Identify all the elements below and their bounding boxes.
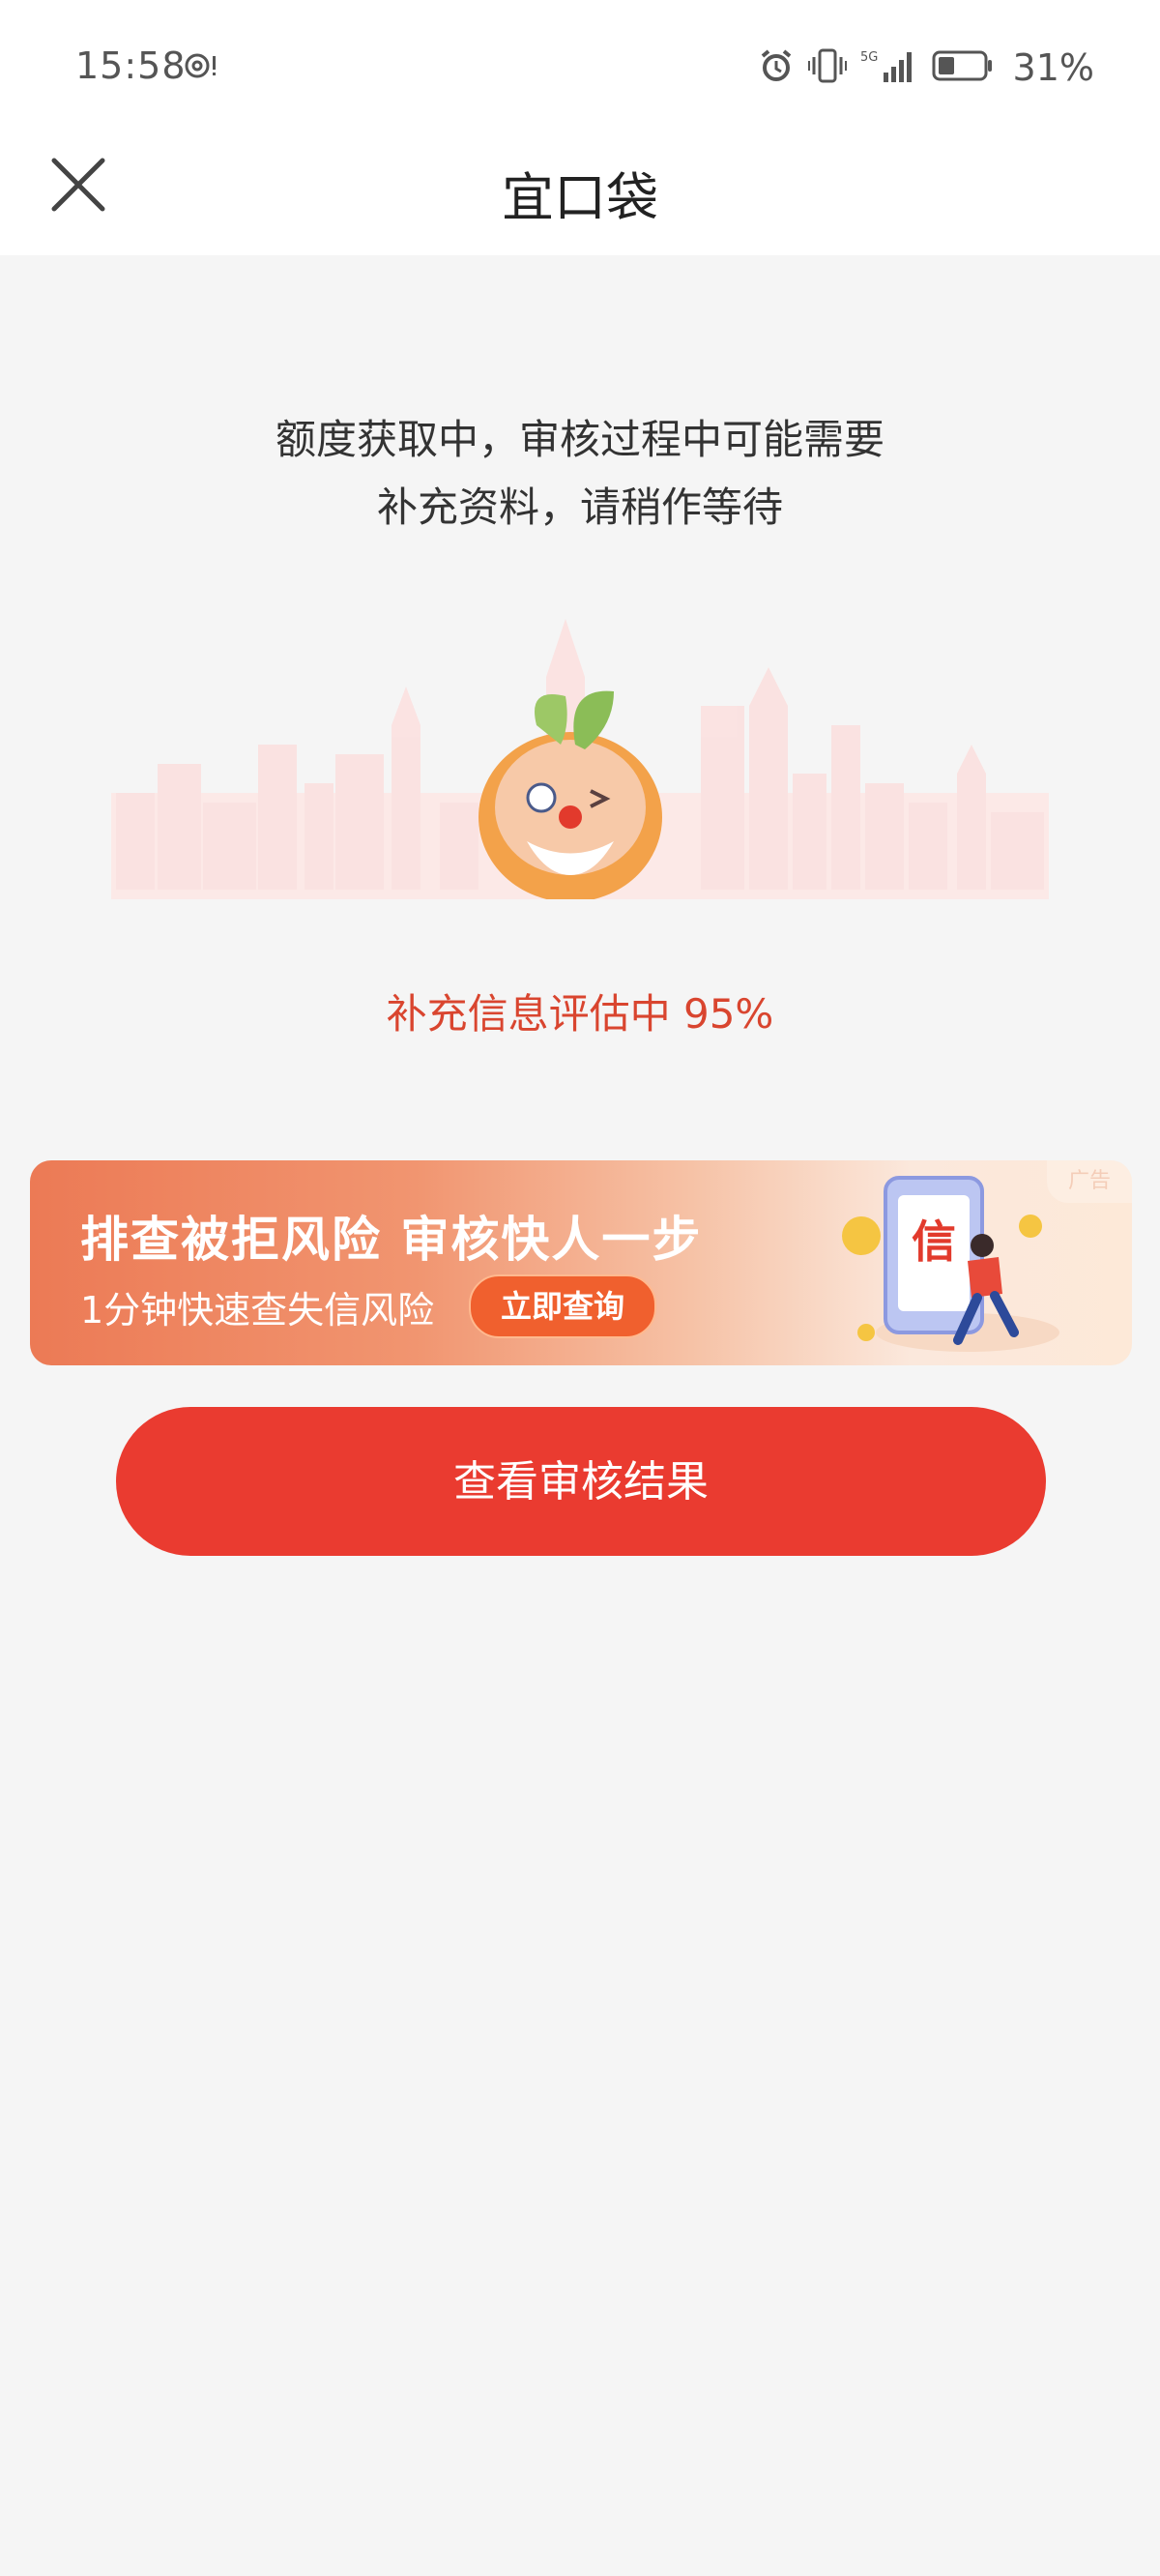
nav-bar: 宜口袋 [0, 126, 1160, 255]
status-icons: 5G 31% [758, 46, 1094, 89]
ad-title: 排查被拒风险 审核快人一步 [80, 1212, 703, 1268]
intro-message: 额度获取中，审核过程中可能需要 补充资料，请稍作等待 [0, 406, 1160, 542]
svg-text:5G: 5G [860, 50, 878, 65]
ad-subtitle: 1分钟快速查失信风险 [80, 1289, 435, 1332]
vibrate-icon [807, 47, 847, 88]
view-result-button[interactable]: 查看审核结果 [116, 1407, 1046, 1556]
alarm-icon [758, 47, 795, 88]
ad-query-button[interactable]: 立即查询 [469, 1274, 656, 1338]
intro-line-1: 额度获取中，审核过程中可能需要 [275, 416, 884, 463]
progress-status: 补充信息评估中 95% [386, 990, 774, 1038]
battery-icon [932, 48, 994, 87]
status-bar: 15:58 5G 31% [0, 0, 1160, 126]
ad-banner[interactable]: 排查被拒风险 审核快人一步 1分钟快速查失信风险 立即查询 广告 信 [30, 1160, 1132, 1365]
battery-percent: 31% [1012, 46, 1094, 89]
status-time: 15:58 [75, 44, 187, 87]
skyline-mascot-illustration [111, 619, 1049, 899]
ad-art-text: 信 [912, 1215, 956, 1268]
credit-phone-illustration: 信 [842, 1176, 1059, 1352]
hotspot-icon [184, 52, 218, 85]
intro-line-2: 补充资料，请稍作等待 [376, 483, 783, 531]
signal-icon: 5G [860, 47, 918, 88]
page-title: 宜口袋 [502, 167, 658, 228]
